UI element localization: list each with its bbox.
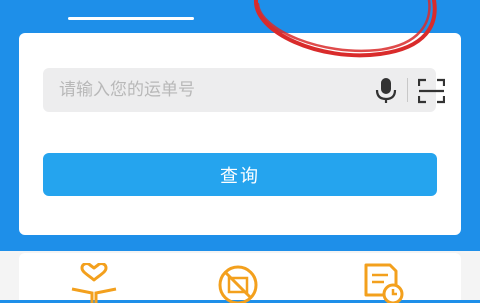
tracking-search-box: [43, 68, 445, 112]
input-divider: [407, 78, 408, 102]
microphone-icon[interactable]: [375, 77, 397, 105]
query-button[interactable]: 查询: [43, 153, 437, 196]
prohibited-package-icon[interactable]: [214, 263, 262, 303]
active-tab-indicator: [68, 17, 194, 20]
tracking-number-input[interactable]: [59, 68, 339, 112]
document-clock-icon[interactable]: [360, 263, 408, 303]
heart-book-icon[interactable]: [70, 263, 118, 303]
scan-icon[interactable]: [418, 78, 445, 104]
red-annotation-circle: [254, 0, 437, 58]
tracking-query-card: 查询: [19, 33, 461, 235]
